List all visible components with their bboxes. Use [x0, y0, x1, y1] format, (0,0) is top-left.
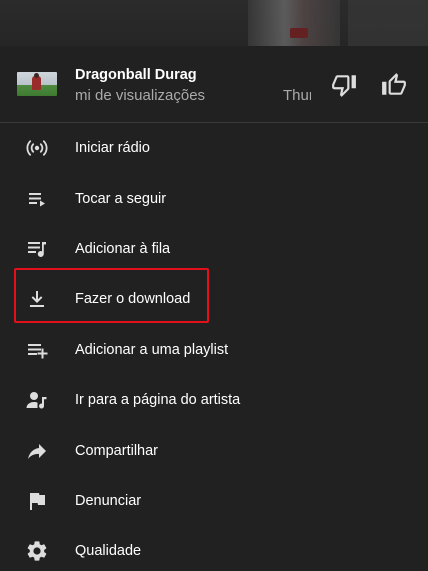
song-artist: Thundercat [283, 87, 311, 104]
menu-item-label: Compartilhar [75, 442, 158, 459]
menu-item-label: Ir para a página do artista [75, 392, 241, 409]
menu-item-report[interactable]: Denunciar [0, 476, 428, 526]
download-icon [24, 286, 50, 312]
menu-item-label: Tocar a seguir [75, 190, 167, 207]
song-header: Dragonball Durag mi de visualizações Thu… [0, 46, 428, 123]
menu-item-label: Fazer o download [75, 291, 191, 308]
menu-item-label: Iniciar rádio [75, 140, 150, 157]
song-views: mi de visualizações [75, 87, 206, 104]
menu-item-start-radio[interactable]: Iniciar rádio [0, 123, 428, 173]
menu-item-add-to-queue[interactable]: Adicionar à fila [0, 224, 428, 274]
options-sheet: Dragonball Durag mi de visualizações Thu… [0, 46, 428, 571]
menu-item-add-to-playlist[interactable]: Adicionar a uma playlist [0, 325, 428, 375]
video-backdrop [0, 0, 428, 46]
menu-item-play-next[interactable]: Tocar a seguir [0, 173, 428, 223]
video-frame-shade [348, 0, 428, 46]
menu-item-label: Adicionar a uma playlist [75, 341, 229, 358]
thumb-up-icon [382, 73, 406, 95]
song-options-screen: Dragonball Durag mi de visualizações Thu… [0, 0, 428, 571]
menu-item-download[interactable]: Fazer o download [0, 274, 428, 324]
artist-icon [24, 387, 50, 413]
gear-icon [24, 538, 50, 564]
playlist-add-icon [24, 337, 50, 363]
menu-item-label: Adicionar à fila [75, 240, 171, 257]
menu-item-go-to-artist[interactable]: Ir para a página do artista [0, 375, 428, 425]
add-to-queue-icon [24, 236, 50, 262]
menu-item-label: Denunciar [75, 492, 142, 509]
menu-item-quality[interactable]: Qualidade [0, 526, 428, 571]
like-button[interactable] [379, 70, 409, 100]
dislike-button[interactable] [329, 70, 359, 100]
song-title: Dragonball Durag [75, 67, 197, 83]
share-icon [24, 438, 50, 464]
menu-item-share[interactable]: Compartilhar [0, 425, 428, 475]
play-next-icon [24, 186, 50, 212]
video-thumbnail [17, 72, 57, 96]
radio-icon [24, 135, 50, 161]
video-frame [248, 0, 340, 46]
options-menu: Iniciar rádio Tocar a seguir Adicionar à… [0, 123, 428, 571]
song-meta: mi de visualizações Thundercat [75, 87, 311, 107]
flag-icon [24, 488, 50, 514]
menu-item-label: Qualidade [75, 543, 142, 560]
thumb-down-icon [332, 75, 356, 97]
